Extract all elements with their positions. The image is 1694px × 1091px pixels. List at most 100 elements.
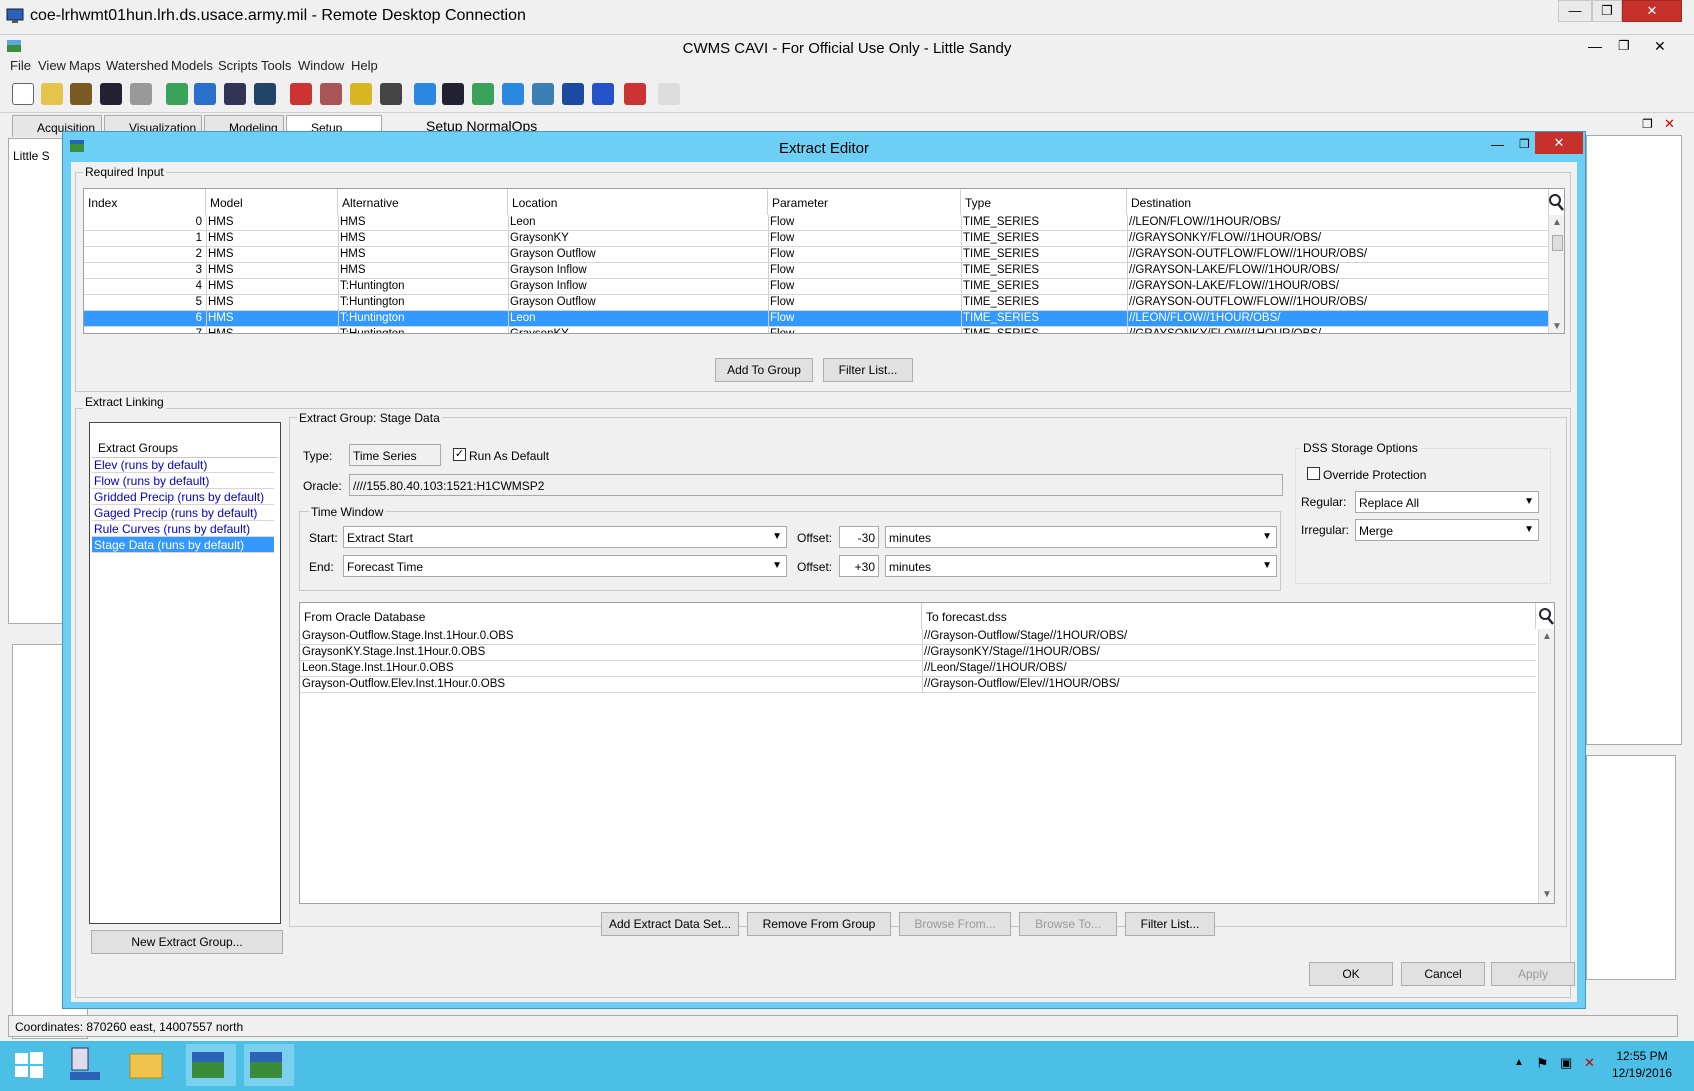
irregular-combo[interactable]: Merge ▼ — [1355, 519, 1539, 541]
run-as-default-checkbox[interactable]: ✓ — [453, 448, 466, 461]
plot-icon[interactable] — [624, 83, 646, 105]
grid-icon[interactable] — [442, 83, 464, 105]
table-row[interactable]: 0 HMS HMS Leon Flow TIME_SERIES //LEON/FLOW//1… — [84, 215, 1548, 231]
water-drop-icon[interactable] — [414, 83, 436, 105]
table-row[interactable]: GraysonKY.Stage.Inst.1Hour.0.OBS //Grayso… — [300, 645, 1536, 661]
open-recent-icon[interactable] — [70, 83, 92, 105]
run-icon[interactable] — [658, 83, 680, 105]
apply-button[interactable]: Apply — [1491, 962, 1575, 986]
start-unit-combo[interactable]: minutes ▼ — [885, 526, 1277, 548]
volume-muted-icon[interactable]: ✕ — [1584, 1055, 1595, 1071]
menu-scripts[interactable]: Scripts — [218, 58, 258, 73]
menu-help[interactable]: Help — [351, 58, 378, 73]
col-from-oracle[interactable]: From Oracle Database — [300, 603, 922, 629]
new-icon[interactable] — [12, 83, 34, 105]
col-model[interactable]: Model — [206, 189, 338, 215]
menu-models[interactable]: Models — [171, 58, 213, 73]
filter-list-lower-button[interactable]: Filter List... — [1125, 912, 1215, 936]
acquisition-icon[interactable] — [290, 83, 312, 105]
cavi-minimize-button[interactable]: — — [1588, 38, 1602, 54]
start-combo[interactable]: Extract Start ▼ — [343, 526, 787, 548]
table-row[interactable]: 6 HMS T:Huntington Leon Flow TIME_SERIES //LEO… — [84, 311, 1548, 327]
table-row[interactable]: 1 HMS HMS GraysonKY Flow TIME_SERIES //GRAYSON… — [84, 231, 1548, 247]
rdp-minimize-button[interactable]: — — [1558, 0, 1592, 22]
table-row[interactable]: 5 HMS T:Huntington Grayson Outflow Flow TIME_… — [84, 295, 1548, 311]
dialog-maximize-button[interactable]: ❐ — [1519, 137, 1530, 151]
end-combo[interactable]: Forecast Time ▼ — [343, 555, 787, 577]
cavi-maximize-button[interactable]: ❐ — [1618, 38, 1630, 54]
extract-group-item[interactable]: Gaged Precip (runs by default) — [92, 505, 274, 521]
col-parameter[interactable]: Parameter — [768, 189, 961, 215]
tools-icon[interactable] — [320, 83, 342, 105]
menu-file[interactable]: File — [10, 58, 31, 73]
menu-tools[interactable]: Tools — [261, 58, 291, 73]
cavi-task-icon-2[interactable] — [244, 1044, 294, 1086]
table-row[interactable]: Grayson-Outflow.Stage.Inst.1Hour.0.OBS //… — [300, 629, 1536, 645]
add-extract-data-set-button[interactable]: Add Extract Data Set... — [601, 912, 739, 936]
dialog-close-button[interactable]: ✕ — [1535, 132, 1583, 154]
browse-from-button[interactable]: Browse From... — [899, 912, 1011, 936]
menu-window[interactable]: Window — [298, 58, 344, 73]
override-protection-checkbox[interactable] — [1307, 467, 1320, 480]
end-offset-field[interactable]: +30 — [839, 555, 879, 577]
table-row[interactable]: 3 HMS HMS Grayson Inflow Flow TIME_SERIES //GR… — [84, 263, 1548, 279]
extract-group-item[interactable]: Flow (runs by default) — [92, 473, 274, 489]
table-row[interactable]: Grayson-Outflow.Elev.Inst.1Hour.0.OBS //G… — [300, 677, 1536, 693]
map-icon[interactable] — [472, 83, 494, 105]
close-icon[interactable]: ✕ — [1664, 116, 1675, 132]
tree-root[interactable]: Little S — [13, 149, 50, 163]
start-offset-field[interactable]: -30 — [839, 526, 879, 548]
col-location[interactable]: Location — [508, 189, 768, 215]
cavi-close-button[interactable]: ✕ — [1654, 38, 1666, 55]
table-row[interactable]: 2 HMS HMS Grayson Outflow Flow TIME_SERIES //G… — [84, 247, 1548, 263]
network-app-icon[interactable] — [62, 1044, 112, 1086]
table-row[interactable]: Leon.Stage.Inst.1Hour.0.OBS //Leon/Stage/… — [300, 661, 1536, 677]
browse-to-button[interactable]: Browse To... — [1019, 912, 1117, 936]
network-icon[interactable]: ▣ — [1560, 1055, 1572, 1071]
open-folder-icon[interactable] — [41, 83, 63, 105]
extract-group-item[interactable]: Elev (runs by default) — [92, 457, 274, 473]
search-icon[interactable] — [1538, 607, 1554, 625]
script-icon[interactable] — [592, 83, 614, 105]
rdp-close-button[interactable]: ✕ — [1622, 0, 1682, 22]
col-destination[interactable]: Destination — [1127, 189, 1549, 215]
add-to-group-button[interactable]: Add To Group — [715, 358, 813, 382]
globe-icon[interactable] — [532, 83, 554, 105]
col-index[interactable]: Index — [84, 189, 206, 215]
mapping-scrollbar[interactable]: ▲ ▼ — [1538, 629, 1554, 903]
regular-combo[interactable]: Replace All ▼ — [1355, 491, 1539, 513]
menu-watershed[interactable]: Watershed — [106, 58, 168, 73]
required-input-scrollbar[interactable]: ▲ ▼ — [1548, 215, 1564, 333]
extract-group-item[interactable]: Stage Data (runs by default) — [92, 537, 274, 553]
layout-icon[interactable] — [224, 83, 246, 105]
rdp-maximize-button[interactable]: ❐ — [1592, 0, 1622, 22]
print-icon[interactable] — [130, 83, 152, 105]
dialog-minimize-button[interactable]: — — [1491, 137, 1504, 152]
windows-start-icon[interactable] — [14, 1051, 44, 1079]
ok-button[interactable]: OK — [1309, 962, 1393, 986]
menu-view[interactable]: View — [38, 58, 66, 73]
filter-list-button[interactable]: Filter List... — [823, 358, 913, 382]
weather-icon[interactable] — [350, 83, 372, 105]
save-icon[interactable] — [100, 83, 122, 105]
col-alternative[interactable]: Alternative — [338, 189, 508, 215]
flag-icon[interactable]: ⚑ — [1536, 1055, 1549, 1072]
new-extract-group-button[interactable]: New Extract Group... — [91, 930, 283, 954]
chart-icon[interactable] — [502, 83, 524, 105]
extract-group-item[interactable]: Rule Curves (runs by default) — [92, 521, 274, 537]
extract-group-item[interactable]: Gridded Precip (runs by default) — [92, 489, 274, 505]
cancel-button[interactable]: Cancel — [1401, 962, 1485, 986]
scroll-up-icon[interactable]: ▲ — [1549, 215, 1564, 231]
tray-arrow-icon[interactable]: ▲ — [1514, 1057, 1524, 1068]
table-row[interactable]: 7 HMS T:Huntington GraysonKY Flow TIME_SERIES… — [84, 327, 1548, 333]
gear-icon[interactable] — [380, 83, 402, 105]
menu-maps[interactable]: Maps — [69, 58, 101, 73]
file-explorer-icon[interactable] — [124, 1044, 174, 1086]
watershed-icon[interactable] — [166, 83, 188, 105]
remove-from-group-button[interactable]: Remove From Group — [747, 912, 891, 936]
end-unit-combo[interactable]: minutes ▼ — [885, 555, 1277, 577]
scroll-up-icon[interactable]: ▲ — [1539, 629, 1554, 645]
restore-icon[interactable]: ❐ — [1642, 117, 1653, 131]
windows-icon[interactable] — [254, 83, 276, 105]
scroll-down-icon[interactable]: ▼ — [1549, 319, 1564, 333]
